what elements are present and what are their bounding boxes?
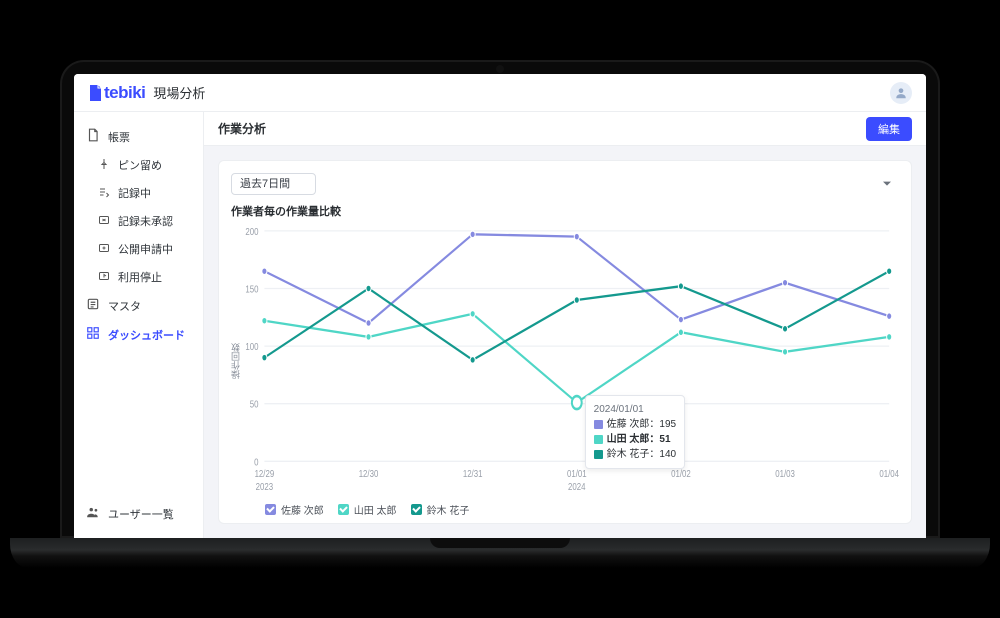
svg-text:0: 0 (254, 456, 258, 467)
svg-text:01/01: 01/01 (567, 468, 587, 479)
svg-text:12/30: 12/30 (359, 468, 379, 479)
sidebar-item-label: マスタ (108, 298, 141, 314)
page-title: 作業分析 (218, 120, 266, 137)
chart-title: 作業者毎の作業量比較 (231, 203, 899, 219)
svg-text:01/03: 01/03 (775, 468, 795, 479)
svg-text:2023: 2023 (256, 481, 273, 492)
sidebar-item-label: ダッシュボード (108, 327, 185, 343)
folder-x-icon (98, 214, 110, 229)
svg-text:100: 100 (245, 341, 258, 352)
sidebar-item-label: 記録中 (118, 185, 151, 201)
svg-text:12/29: 12/29 (255, 468, 275, 479)
brand-subtitle: 現場分析 (153, 83, 205, 102)
list-icon (86, 297, 100, 314)
sidebar-item-label: 利用停止 (118, 269, 162, 285)
brand-name: tebiki (104, 83, 145, 103)
app-screen: tebiki 現場分析 帳票 (74, 74, 926, 538)
svg-text:01/04: 01/04 (879, 468, 899, 479)
sidebar-item-publish-req[interactable]: 公開申請中 (74, 235, 203, 263)
edit-button[interactable]: 編集 (866, 117, 912, 141)
avatar[interactable] (890, 82, 912, 104)
y-axis-label: 操作回数 (229, 343, 242, 379)
svg-text:50: 50 (250, 399, 259, 410)
sidebar-item-recording[interactable]: 記録中 (74, 179, 203, 207)
svg-text:150: 150 (245, 283, 258, 294)
sidebar-item-master[interactable]: マスタ (74, 291, 203, 320)
laptop-frame: tebiki 現場分析 帳票 (60, 60, 940, 568)
edit-list-icon (98, 186, 110, 201)
legend-item[interactable]: 鈴木 花子 (411, 502, 470, 517)
sidebar: 帳票 ピン留め 記録中 記録未承認 (74, 112, 204, 538)
svg-text:200: 200 (245, 226, 258, 237)
users-icon (86, 505, 100, 522)
brand: tebiki 現場分析 (88, 83, 205, 103)
main-area: 作業分析 編集 過去7日間 作業者毎の作業量比較 (204, 112, 926, 538)
topbar: tebiki 現場分析 (74, 74, 926, 112)
sidebar-item-pin[interactable]: ピン留め (74, 151, 203, 179)
period-select[interactable]: 過去7日間 (231, 173, 316, 195)
legend-item[interactable]: 佐藤 次郎 (265, 502, 324, 517)
svg-text:12/31: 12/31 (463, 468, 483, 479)
svg-text:01/02: 01/02 (671, 468, 691, 479)
brand-logo: tebiki (88, 83, 145, 103)
document-icon (86, 128, 100, 145)
dashboard-icon (86, 326, 100, 343)
sidebar-item-users[interactable]: ユーザー一覧 (74, 499, 203, 528)
sidebar-item-suspended[interactable]: 利用停止 (74, 263, 203, 291)
chart-card: 過去7日間 作業者毎の作業量比較 操作回数 0 50 100 150 200 12/29 2… (218, 160, 912, 524)
chart: 操作回数 0 50 100 150 200 12/29 2023 12/30 12/31 01/0… (231, 223, 899, 498)
sidebar-item-unapproved[interactable]: 記録未承認 (74, 207, 203, 235)
sidebar-item-label: ピン留め (118, 157, 162, 173)
chart-legend: 佐藤 次郎山田 太郎鈴木 花子 (231, 498, 899, 517)
sidebar-item-forms[interactable]: 帳票 (74, 122, 203, 151)
sidebar-item-label: 公開申請中 (118, 241, 173, 257)
pin-icon (98, 158, 110, 173)
sidebar-item-label: 帳票 (108, 129, 130, 145)
sidebar-item-label: ユーザー一覧 (108, 506, 174, 522)
folder-plus-icon (98, 242, 110, 257)
folder-stop-icon (98, 270, 110, 285)
svg-text:2024: 2024 (568, 481, 585, 492)
legend-item[interactable]: 山田 太郎 (338, 502, 397, 517)
sidebar-item-dashboard[interactable]: ダッシュボード (74, 320, 203, 349)
sidebar-item-label: 記録未承認 (118, 213, 173, 229)
